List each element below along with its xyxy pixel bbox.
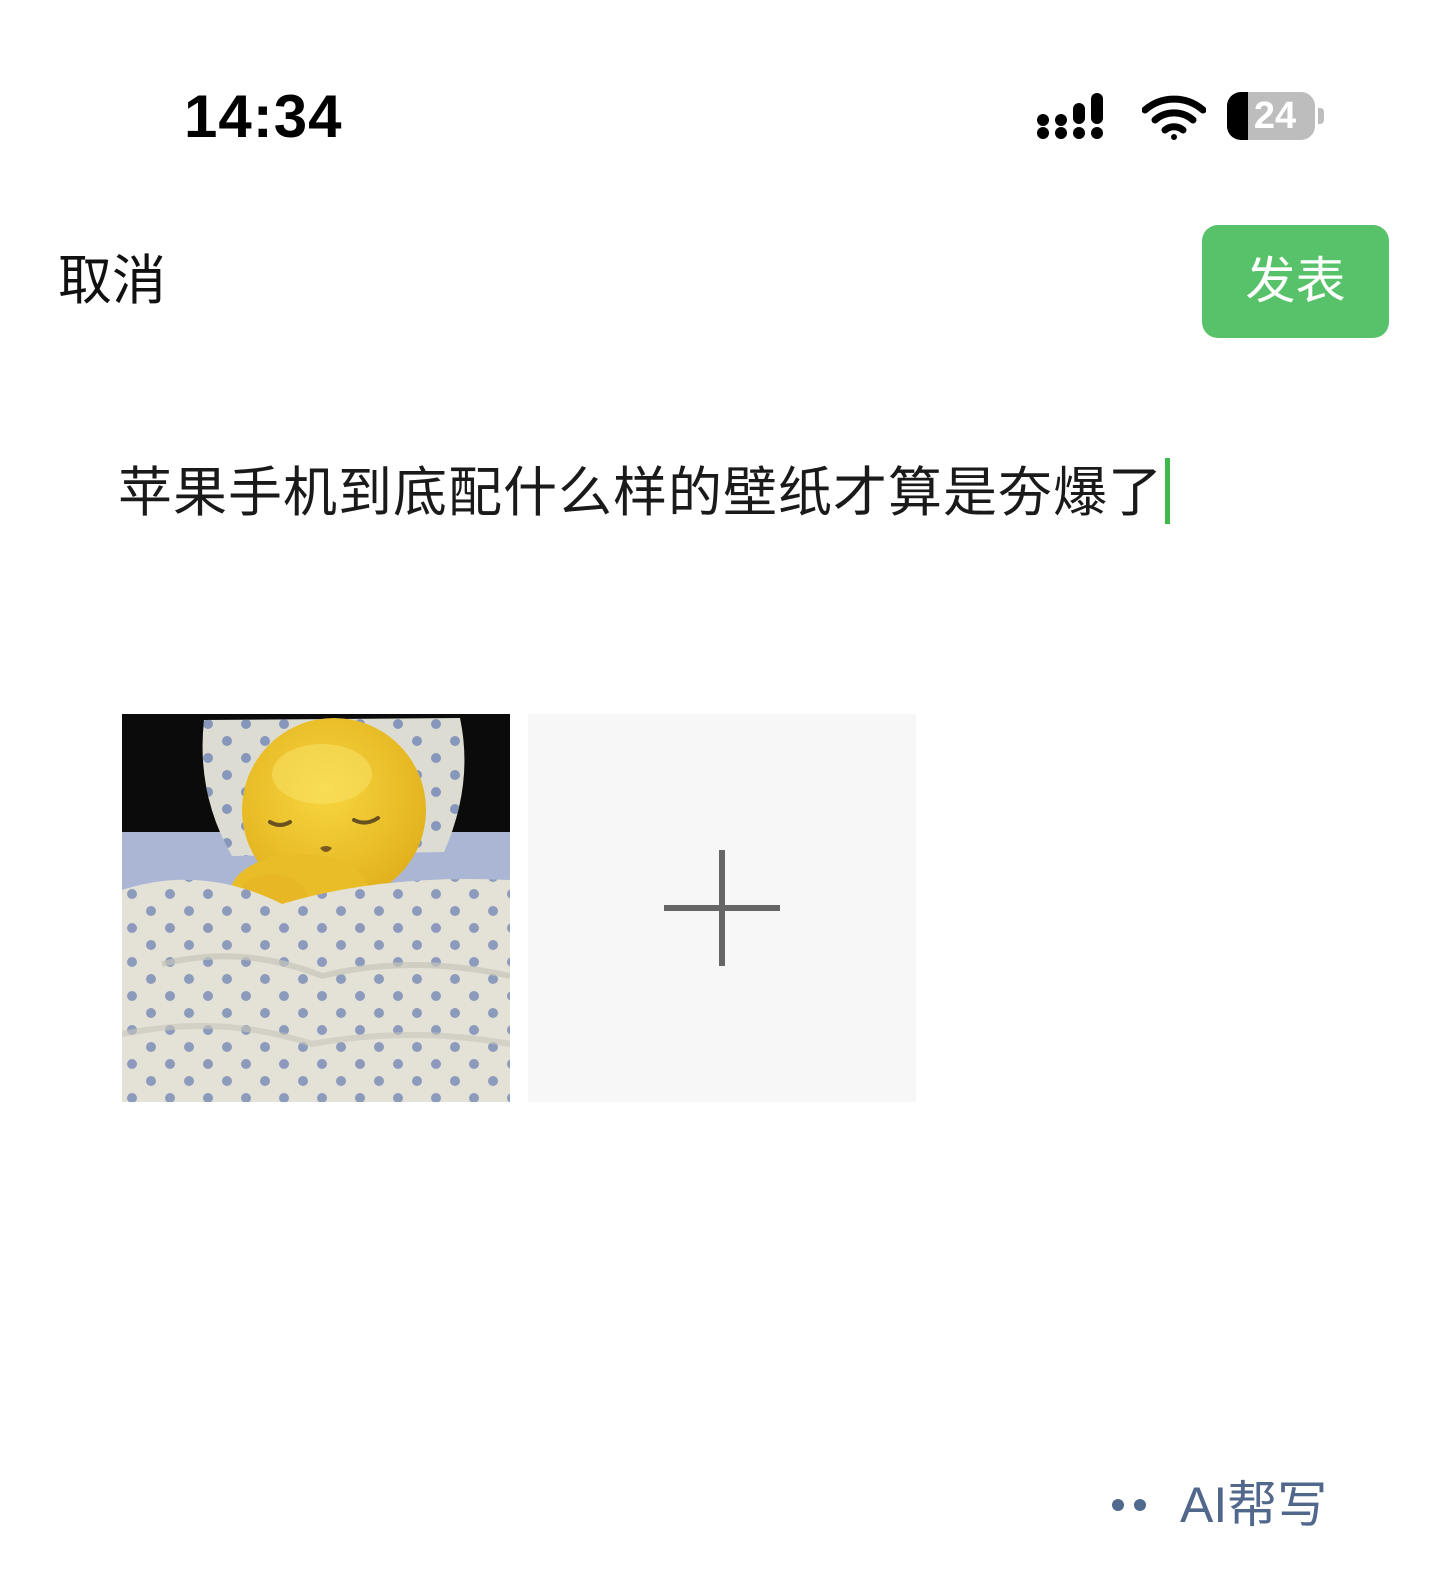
signal-icon — [1037, 93, 1103, 139]
status-time: 14:34 — [184, 83, 343, 150]
ai-dot — [1112, 1499, 1124, 1511]
add-image-button[interactable] — [528, 714, 916, 1102]
battery-percent: 24 — [1253, 95, 1297, 137]
battery-icon: 24 — [1227, 92, 1327, 140]
ai-dot — [1134, 1499, 1146, 1511]
plus-icon — [664, 850, 780, 966]
text-caret — [1165, 458, 1170, 524]
post-text: 苹果手机到底配什么样的壁纸才算是夯爆了 — [118, 461, 1163, 524]
cancel-button[interactable]: 取消 — [58, 250, 166, 312]
ai-help-button[interactable]: AI帮写 — [1112, 1475, 1327, 1535]
battery-tip — [1318, 108, 1324, 124]
publish-button[interactable]: 发表 — [1202, 225, 1389, 338]
post-text-input[interactable]: 苹果手机到底配什么样的壁纸才算是夯爆了 — [118, 458, 1170, 526]
battery-body: 24 — [1227, 92, 1315, 140]
ai-help-label: AI帮写 — [1180, 1477, 1328, 1533]
image-thumbnail[interactable] — [122, 714, 510, 1102]
compose-post-screen: 14:34 24 取消 发表 苹果手机到底配什么样的壁纸才算是夯爆了 AI帮写 — [0, 0, 1440, 1581]
wifi-icon — [1142, 95, 1206, 140]
thumbnail-picture — [122, 714, 510, 1102]
ai-dots-icon — [1112, 1499, 1146, 1511]
